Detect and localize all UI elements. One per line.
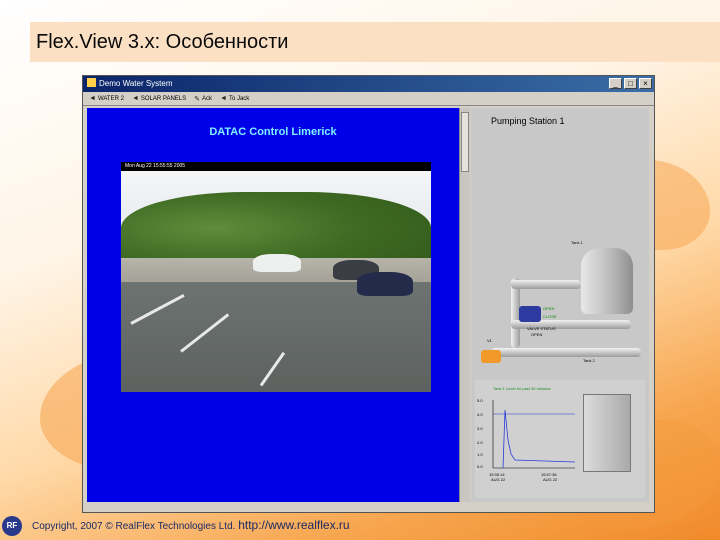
realflex-logo: RF [2,516,22,536]
window-titlebar[interactable]: Demo Water System _ □ × [83,76,654,92]
y-tick-label: 1.0 [477,452,483,457]
back-arrow-icon: ◄ [131,95,139,102]
camera-timestamp: Mon Aug 22 15:55:55 2005 [121,162,431,171]
pumping-station-panel: Pumping Station 1 Tank 1 OPEN CLOSE VALV… [471,108,649,502]
open-status[interactable]: OPEN [543,306,554,311]
close-button[interactable]: × [639,78,652,89]
parked-car [253,254,301,272]
minimize-button[interactable]: _ [609,78,622,89]
pumping-station-title: Pumping Station 1 [491,116,565,126]
toolbar-label: To Jack [228,95,250,102]
footer-copyright: Copyright, 2007 © RealFlex Technologies … [32,521,236,532]
window-title: Demo Water System [99,79,173,88]
toolbar-water2-button[interactable]: ◄ WATER 2 [89,95,124,102]
y-tick-label: 5.0 [477,398,483,403]
window-controls: _ □ × [609,78,652,89]
ack-icon: ✎ [194,95,201,103]
tank1-label: Tank 1 [571,240,583,245]
pump-icon[interactable] [519,306,541,322]
toolbar-to-jack-button[interactable]: ◄ To Jack [220,95,249,102]
toolbar-label: WATER 2 [97,95,124,102]
webcam-image: Mon Aug 22 15:55:55 2005 [121,162,431,392]
valve-status-label: VALVE STATUS [527,326,556,331]
tank-level-chart: Tank 1 Level for past 30 minutes 5.0 4.0… [475,380,645,498]
vertical-scrollbar[interactable] [459,108,470,502]
toolbar-label: Ack [202,95,213,102]
footer-url-link[interactable]: http://www.realflex.ru [238,518,349,532]
parked-car [357,272,413,296]
back-arrow-icon: ◄ [220,95,227,102]
pipe [491,348,641,357]
chart-plot: 5.0 4.0 3.0 2.0 1.0 0.0 15:35:14 AUG 22 … [477,398,576,482]
valve-tag: OPEN [531,332,543,337]
y-tick-label: 2.0 [477,440,483,445]
y-tick-label: 4.0 [477,412,483,417]
toolbar-solar-panels-button[interactable]: ◄ SOLAR PANELS [132,95,186,102]
y-tick-label: 3.0 [477,426,483,431]
scrollbar-thumb[interactable] [461,112,469,172]
toolbar-label: SOLAR PANELS [140,95,187,102]
camera-view-panel: DATAC Control Limerick Mon Aug 22 15:55:… [87,108,459,502]
x-tick-date: AUG 22 [543,477,558,482]
tank-level-line [502,409,576,469]
window-toolbar: ◄ WATER 2 ◄ SOLAR PANELS ✎ Ack ◄ To Jack [83,92,654,106]
app-window: Demo Water System _ □ × ◄ WATER 2 ◄ SOLA… [82,75,655,513]
pipe [511,280,581,289]
tank-2-icon [583,394,631,472]
valve-label: V1 [487,338,492,343]
tank2-label: Tank 2 [583,358,595,363]
valve-icon[interactable] [481,350,501,363]
close-status[interactable]: CLOSE [543,314,557,319]
tank-1-icon [581,248,633,314]
maximize-button[interactable]: □ [624,78,637,89]
slide-title: Flex.View 3.x: Особенности [36,30,289,53]
app-icon [87,78,96,87]
toolbar-ack-button[interactable]: ✎ Ack [194,95,212,103]
y-tick-label: 0.0 [477,464,483,469]
slide-footer: Copyright, 2007 © RealFlex Technologies … [32,518,350,532]
panel-heading: DATAC Control Limerick [209,126,337,138]
camera-parking-lot [121,282,431,392]
x-tick-date: AUG 22 [491,477,506,482]
slide-title-band: Flex.View 3.x: Особенности [30,22,720,62]
back-arrow-icon: ◄ [89,95,96,102]
